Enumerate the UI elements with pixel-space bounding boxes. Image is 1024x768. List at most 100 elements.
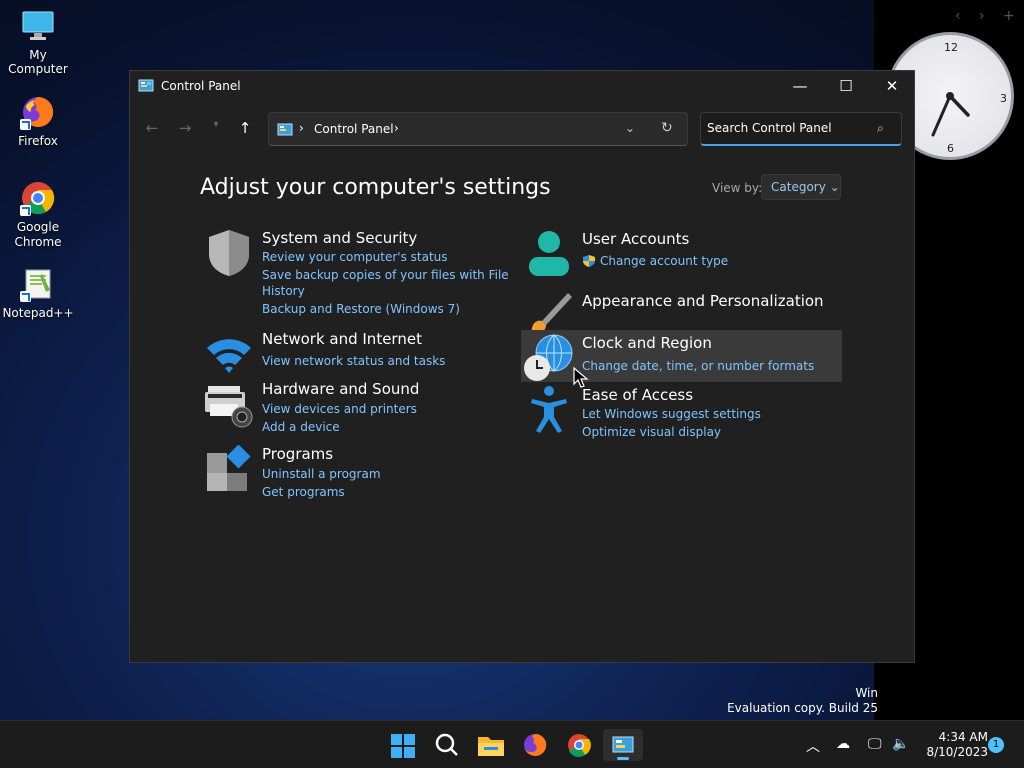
- monitor-icon: [20, 8, 56, 44]
- category-network-internet: Network and Internet View network status…: [204, 330, 484, 374]
- category-programs: Programs Uninstall a program Get program…: [204, 444, 484, 505]
- view-by-dropdown[interactable]: Category ⌄: [761, 174, 841, 200]
- desktop-icon-firefox[interactable]: Firefox: [0, 94, 76, 148]
- link-windows-suggest[interactable]: Let Windows suggest settings: [582, 406, 761, 422]
- desktop-icon-notepadpp[interactable]: Notepad++: [0, 266, 76, 320]
- view-by-value: Category: [771, 180, 826, 194]
- folder-icon: [478, 737, 504, 756]
- watermark-line-2: Evaluation copy. Build 25: [727, 701, 878, 715]
- desktop-icon-label: My Computer: [8, 48, 68, 76]
- taskbar-firefox[interactable]: [515, 729, 555, 761]
- category-title[interactable]: System and Security: [262, 229, 417, 247]
- clock-date: 8/10/2023: [926, 745, 988, 759]
- category-title[interactable]: Clock and Region: [582, 334, 712, 352]
- search-icon: [435, 733, 458, 756]
- category-title[interactable]: Hardware and Sound: [262, 380, 419, 398]
- taskbar-control-panel[interactable]: [603, 729, 643, 761]
- link-file-history-cont[interactable]: History: [262, 283, 305, 299]
- search-button[interactable]: [427, 729, 467, 761]
- windows-logo-icon: [391, 734, 415, 758]
- desktop-icon-label: Firefox: [18, 134, 58, 148]
- category-title[interactable]: Appearance and Personalization: [582, 292, 824, 310]
- gadget-prev-icon[interactable]: ‹: [955, 8, 961, 24]
- close-button[interactable]: ✕: [869, 71, 915, 101]
- recent-locations-button[interactable]: ▾: [204, 119, 228, 139]
- printer-icon: [204, 380, 254, 430]
- shortcut-arrow-icon: [20, 205, 31, 216]
- volume-icon[interactable]: 🔈: [892, 736, 909, 752]
- link-optimize-display[interactable]: Optimize visual display: [582, 424, 721, 440]
- title-bar[interactable]: Control Panel — ☐ ✕: [130, 71, 914, 101]
- link-file-history[interactable]: Save backup copies of your files with Fi…: [262, 267, 509, 283]
- category-ease-of-access: Ease of Access Let Windows suggest setti…: [524, 385, 844, 441]
- user-icon: [524, 230, 574, 280]
- start-button[interactable]: [383, 729, 423, 761]
- control-panel-icon: [277, 122, 293, 141]
- address-bar[interactable]: › Control Panel › ⌄ ↻: [268, 112, 688, 146]
- back-button[interactable]: ←: [140, 119, 164, 139]
- address-dropdown-icon[interactable]: ⌄: [625, 121, 635, 135]
- search-icon[interactable]: ⌕: [877, 121, 884, 136]
- desktop-icon-my-computer[interactable]: My Computer: [0, 8, 76, 76]
- gadget-add-icon[interactable]: +: [1003, 8, 1015, 24]
- shortcut-arrow-icon: [20, 119, 31, 130]
- globe-clock-icon: [524, 333, 574, 383]
- maximize-button[interactable]: ☐: [823, 71, 869, 101]
- category-title[interactable]: Programs: [262, 445, 333, 463]
- category-title[interactable]: Network and Internet: [262, 330, 422, 348]
- window-title: Control Panel: [161, 79, 241, 93]
- link-get-programs[interactable]: Get programs: [262, 484, 345, 500]
- refresh-icon[interactable]: ↻: [661, 120, 673, 136]
- search-box[interactable]: ⌕: [700, 112, 902, 146]
- onedrive-cloud-icon[interactable]: ☁: [836, 736, 850, 752]
- shortcut-arrow-icon: [20, 291, 31, 302]
- uac-shield-icon: [582, 253, 596, 272]
- link-backup-restore[interactable]: Backup and Restore (Windows 7): [262, 301, 460, 317]
- category-user-accounts: User Accounts Change account type: [524, 230, 844, 276]
- breadcrumb-separator-icon: ›: [299, 121, 304, 135]
- gadget-next-icon[interactable]: ›: [979, 8, 985, 24]
- control-panel-icon: [612, 736, 634, 760]
- link-add-device[interactable]: Add a device: [262, 419, 340, 435]
- accessibility-icon: [524, 385, 574, 435]
- link-view-devices[interactable]: View devices and printers: [262, 401, 417, 417]
- chrome-icon: [20, 180, 56, 216]
- link-uninstall-program[interactable]: Uninstall a program: [262, 466, 381, 482]
- category-title[interactable]: Ease of Access: [582, 386, 693, 404]
- minimize-button[interactable]: —: [777, 71, 823, 101]
- show-hidden-icons-chevron-icon[interactable]: ︿: [806, 736, 820, 756]
- chevron-down-icon: ⌄: [829, 180, 840, 194]
- category-hardware-sound: Hardware and Sound View devices and prin…: [204, 380, 484, 440]
- page-title: Adjust your computer's settings: [200, 175, 551, 200]
- chrome-icon: [568, 734, 591, 757]
- wifi-icon: [204, 330, 254, 380]
- link-change-date-formats[interactable]: Change date, time, or number formats: [582, 358, 814, 374]
- link-network-status[interactable]: View network status and tasks: [262, 353, 445, 369]
- control-panel-window: Control Panel — ☐ ✕ ← → ▾ ↑ › Control Pa…: [129, 70, 915, 663]
- desktop-icon-label: Google Chrome: [14, 220, 62, 249]
- address-row: ← → ▾ ↑ › Control Panel › ⌄ ↻ ⌕: [130, 101, 914, 156]
- desktop-icon-chrome[interactable]: Google Chrome: [0, 180, 76, 250]
- clock-time: 4:34 AM: [938, 730, 988, 744]
- breadcrumb-chevron-icon[interactable]: ›: [394, 121, 399, 135]
- network-icon[interactable]: 🖵: [868, 736, 882, 752]
- taskbar-file-explorer[interactable]: [471, 729, 511, 761]
- search-input[interactable]: [707, 121, 867, 135]
- mouse-cursor-icon: [573, 367, 589, 388]
- desktop-icon-label: Notepad++: [2, 306, 74, 320]
- link-change-account-type[interactable]: Change account type: [600, 253, 728, 269]
- forward-button[interactable]: →: [173, 119, 197, 139]
- control-panel-icon: [138, 78, 154, 98]
- notification-badge[interactable]: 1: [988, 737, 1004, 753]
- link-review-status[interactable]: Review your computer's status: [262, 249, 448, 265]
- taskbar-clock[interactable]: 4:34 AM 8/10/2023: [918, 730, 988, 760]
- firefox-icon: [524, 733, 547, 756]
- up-button[interactable]: ↑: [233, 119, 257, 139]
- category-title[interactable]: User Accounts: [582, 230, 689, 248]
- notepadpp-icon: [20, 266, 56, 302]
- taskbar: ︿ ☁ 🖵 🔈 4:34 AM 8/10/2023 1: [0, 720, 1024, 768]
- breadcrumb[interactable]: Control Panel: [314, 122, 394, 136]
- category-system-security: System and Security Review your computer…: [204, 228, 509, 318]
- programs-icon: [204, 444, 254, 495]
- taskbar-chrome[interactable]: [559, 729, 599, 761]
